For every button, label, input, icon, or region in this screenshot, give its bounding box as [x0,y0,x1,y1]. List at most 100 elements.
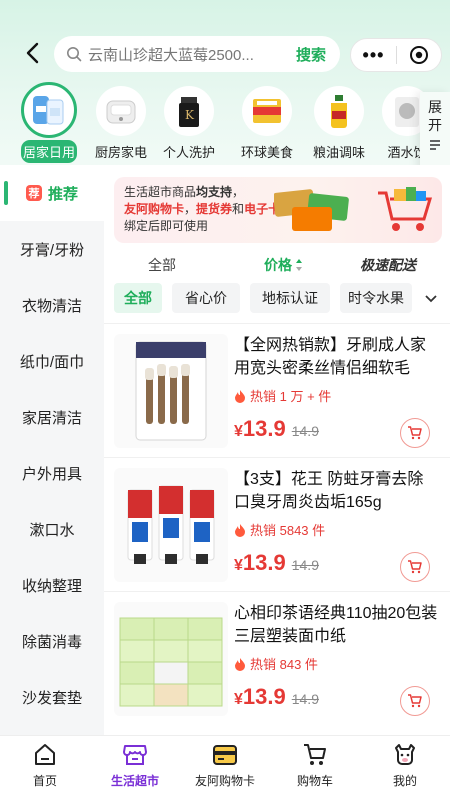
chip-all[interactable]: 全部 [114,283,162,313]
header: 云南山珍超大蓝莓2500... 搜索 ••• 居家日用 厨房家电 K 个人洗护 [0,0,450,185]
category-grain-oil[interactable]: 粮油调味 [308,80,370,161]
card-icon [213,745,237,765]
active-indicator [4,181,8,205]
expand-label: 展 [428,99,442,115]
cart-icon [304,744,326,765]
product-panel: 生活超市商品均支持， 友阿购物卡，提货券和电子卡购买 绑定后即可使用 全部 价格… [104,165,450,735]
category-strip: 居家日用 厨房家电 K 个人洗护 环球美食 粮油调味 酒水饮 [0,80,450,163]
category-personal-care[interactable]: K 个人洗护 [158,80,220,161]
add-to-cart-button[interactable] [400,552,430,582]
category-image [242,86,292,136]
tab-mine[interactable]: 我的 [360,736,450,800]
close-program-button[interactable] [397,45,441,65]
payment-banner[interactable]: 生活超市商品均支持， 友阿购物卡，提货券和电子卡购买 绑定后即可使用 [114,177,442,243]
product-price: ¥ 13.9 14.9 [234,550,319,576]
category-label: 环球美食 [240,145,293,160]
chevron-down-icon[interactable] [422,289,440,307]
expand-label: 开 [428,117,442,133]
profile-cow-icon [395,744,415,765]
add-to-cart-button[interactable] [400,418,430,448]
expand-categories-button[interactable]: 展 开 [420,92,450,172]
sidebar-item-sofa-cover[interactable]: 沙发套垫 [0,669,104,725]
chip-geo-certified[interactable]: 地标认证 [250,283,330,313]
price-value: 13.9 [242,416,286,441]
cart-icon [408,560,422,574]
search-bar[interactable]: 云南山珍超大蓝莓2500... 搜索 [54,36,340,72]
fire-icon [235,523,245,537]
search-icon [67,47,82,62]
product-card[interactable]: 【全网热销款】牙刷成人家用宽头密柔丝情侣细软毛牙... 热销 1 万 + 件 ¥… [104,323,450,457]
tab-cart[interactable]: 购物车 [270,736,360,800]
filter-chips: 全部 省心价 地标认证 时令水果 [104,283,450,317]
fire-icon [235,389,245,403]
menu-lines-icon [430,140,440,150]
mini-program-capsule: ••• [350,38,442,72]
category-image: K [164,86,214,136]
sidebar-item-label: 家居清洁 [21,409,82,427]
add-to-cart-button[interactable] [400,686,430,716]
sidebar-item-mouthwash[interactable]: 漱口水 [0,501,104,557]
tab-life-supermarket[interactable]: 生活超市 [90,736,180,800]
sidebar-item-laundry[interactable]: 衣物清洁 [0,277,104,333]
product-image [114,334,228,448]
product-price: ¥ 13.9 14.9 [234,684,319,710]
category-label: 个人洗护 [162,145,215,160]
fire-icon [235,657,245,671]
more-menu-button[interactable]: ••• [351,45,396,66]
back-button[interactable] [20,40,46,66]
search-input[interactable]: 云南山珍超大蓝莓2500... [88,44,284,65]
product-name: 【3支】花王 防蛀牙膏去除口臭牙周炎齿垢165g [234,471,424,511]
sidebar-item-recommend[interactable]: 荐 推荐 [0,165,104,221]
chip-seasonal-fruit[interactable]: 时令水果 [340,283,412,313]
sort-arrows-icon [296,259,302,271]
sidebar-item-label: 推荐 [47,185,78,203]
category-image [96,86,146,136]
home-icon [35,744,55,765]
sidebar-item-label: 沙发套垫 [21,689,82,707]
price-value: 13.9 [242,550,286,575]
product-sales: 热销 5843 件 [234,520,325,539]
category-label: 居家日用 [21,140,77,163]
chip-value-price[interactable]: 省心价 [172,283,240,313]
sidebar-item-outdoor[interactable]: 户外用具 [0,445,104,501]
sidebar-item-tissue[interactable]: 纸巾/面巾 [0,333,104,389]
sidebar-item-label: 漱口水 [29,521,75,539]
sidebar-item-disinfect[interactable]: 除菌消毒 [0,613,104,669]
recommend-tag-icon: 荐 [25,185,42,201]
tab-home[interactable]: 首页 [0,736,90,800]
original-price: 14.9 [291,423,319,439]
category-global-food[interactable]: 环球美食 [236,80,298,161]
product-card[interactable]: 心相印茶语经典110抽20包装三层塑装面巾纸 热销 843 件 ¥ 13.9 1… [104,591,450,725]
sales-text: 热销 1 万 + 件 [250,389,332,404]
sidebar-item-home-cleaning[interactable]: 家居清洁 [0,389,104,445]
currency-symbol: ¥ [234,557,243,574]
sidebar-item-label: 除菌消毒 [21,633,82,651]
sidebar-item-toothpaste[interactable]: 牙膏/牙粉 [0,221,104,277]
original-price: 14.9 [291,691,319,707]
sidebar-item-label: 纸巾/面巾 [19,353,85,371]
category-kitchen[interactable]: 厨房家电 [90,80,152,161]
original-price: 14.9 [291,557,319,573]
sort-price[interactable]: 价格 [264,255,303,275]
sidebar-item-label: 户外用具 [21,465,82,483]
sort-price-label: 价格 [264,257,292,273]
category-image [21,82,77,138]
product-image [114,602,228,716]
sidebar-item-storage[interactable]: 收纳整理 [0,557,104,613]
category-label: 厨房家电 [94,145,147,160]
search-button[interactable]: 搜索 [296,44,326,65]
product-name: 心相印茶语经典110抽20包装三层塑装面巾纸 [234,605,438,645]
tab-shopping-card[interactable]: 友阿购物卡 [180,736,270,800]
category-home-daily[interactable]: 居家日用 [18,80,80,163]
sort-all[interactable]: 全部 [148,255,176,275]
sidebar-item-label: 衣物清洁 [21,297,82,315]
product-image [114,468,228,582]
category-label: 粮油调味 [312,145,365,160]
fast-delivery-filter[interactable]: 极速配送 [360,255,416,275]
product-card[interactable]: 【3支】花王 防蛀牙膏去除口臭牙周炎齿垢165g 热销 5843 件 ¥ 13.… [104,457,450,591]
tab-label: 我的 [392,774,417,788]
sidebar-item-label: 牙膏/牙粉 [19,241,85,259]
shopping-cart-illustration [378,187,433,231]
sort-bar: 全部 价格 极速配送 [104,249,450,279]
product-sales: 热销 1 万 + 件 [234,386,331,405]
